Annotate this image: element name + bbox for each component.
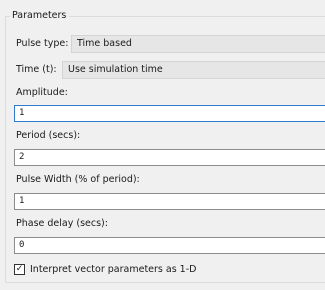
pulse-type-label: Pulse type: (16, 38, 69, 49)
pulse-width-label: Pulse Width (% of period): (16, 174, 140, 185)
amplitude-input[interactable]: 1 (14, 105, 325, 122)
amplitude-label: Amplitude: (16, 87, 68, 98)
phase-delay-input[interactable]: 0 (14, 237, 325, 254)
parameters-group-title: Parameters (10, 10, 70, 22)
time-dropdown[interactable]: Use simulation time (62, 61, 325, 79)
pulse-width-input[interactable]: 1 (14, 193, 325, 210)
time-label: Time (t): (16, 64, 57, 75)
pulse-type-dropdown[interactable]: Time based (71, 35, 325, 53)
phase-delay-label: Phase delay (secs): (16, 218, 108, 229)
interpret-vector-checkbox[interactable]: ✓ (14, 264, 25, 275)
period-input[interactable]: 2 (14, 149, 325, 166)
interpret-vector-label[interactable]: Interpret vector parameters as 1-D (30, 264, 196, 276)
period-label: Period (secs): (16, 130, 81, 141)
